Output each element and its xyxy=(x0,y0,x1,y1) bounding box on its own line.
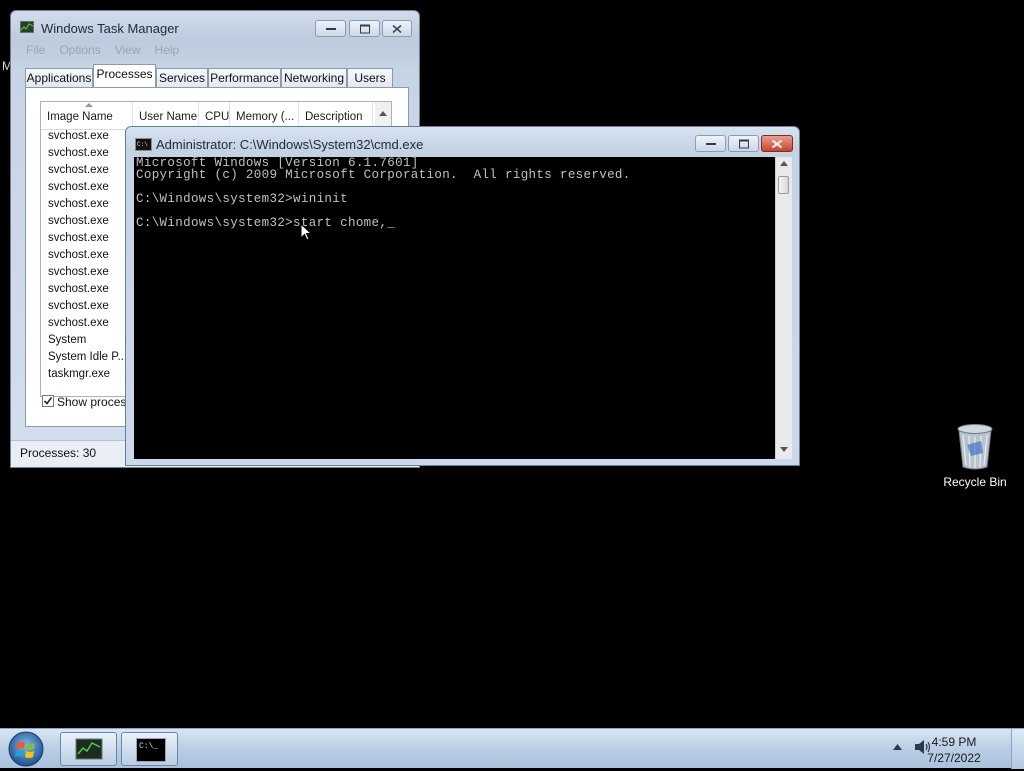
table-row[interactable]: svchost.exe xyxy=(48,283,109,295)
close-button[interactable] xyxy=(761,135,793,152)
table-row[interactable]: svchost.exe xyxy=(48,232,109,244)
menu-options[interactable]: Options xyxy=(59,43,100,57)
table-row[interactable]: System xyxy=(48,334,86,346)
maximize-button[interactable] xyxy=(349,20,380,37)
table-row[interactable]: svchost.exe xyxy=(48,249,109,261)
sort-arrow-icon xyxy=(85,103,93,107)
scroll-up-icon[interactable] xyxy=(379,111,387,116)
console-area[interactable]: Microsoft Windows [Version 6.1.7601] Cop… xyxy=(134,157,775,459)
scroll-down-icon[interactable] xyxy=(780,447,788,452)
table-row[interactable]: svchost.exe xyxy=(48,181,109,193)
mouse-cursor-icon xyxy=(300,223,312,241)
taskbar-cmd-button[interactable]: C:\_ xyxy=(121,732,178,766)
col-cpu[interactable]: CPU xyxy=(199,102,230,129)
table-row[interactable]: System Idle P... xyxy=(48,351,127,363)
table-row[interactable]: svchost.exe xyxy=(48,130,109,142)
minimize-icon xyxy=(705,142,716,145)
table-row[interactable]: svchost.exe xyxy=(48,317,109,329)
col-memory-label: Memory (... xyxy=(236,111,295,123)
col-user-name-label: User Name xyxy=(139,111,198,123)
minimize-button[interactable] xyxy=(315,20,346,37)
console-line-6: C:\Windows\system32>start chome,_ xyxy=(136,216,396,230)
menu-help[interactable]: Help xyxy=(155,43,180,57)
table-row[interactable]: svchost.exe xyxy=(48,164,109,176)
recycle-bin[interactable]: Recycle Bin xyxy=(940,420,1010,495)
minimize-button[interactable] xyxy=(695,135,726,152)
svg-text:C:\_: C:\_ xyxy=(139,742,158,751)
close-icon xyxy=(392,24,402,33)
col-description-label: Description xyxy=(305,111,363,123)
table-row[interactable]: svchost.exe xyxy=(48,147,109,159)
table-row[interactable]: svchost.exe xyxy=(48,266,109,278)
tab-networking[interactable]: Networking xyxy=(281,68,347,87)
menu-bar: File Options View Help xyxy=(26,43,193,57)
col-image-name-label: Image Name xyxy=(47,111,113,123)
show-processes-checkbox[interactable] xyxy=(42,395,54,407)
task-manager-icon xyxy=(75,738,103,760)
taskbar-task-manager-button[interactable] xyxy=(60,732,117,766)
col-description[interactable]: Description xyxy=(299,102,373,129)
cmd-window[interactable]: C:\ Administrator: C:\Windows\System32\c… xyxy=(125,126,800,466)
cmd-icon: C:\ xyxy=(135,138,152,151)
show-hidden-icons-icon[interactable] xyxy=(893,744,902,750)
start-button[interactable] xyxy=(6,730,46,768)
taskbar: C:\_ 4:59 PM 7/27/2022 xyxy=(0,728,1024,769)
tab-services[interactable]: Services xyxy=(156,68,208,87)
console-line-4: C:\Windows\system32>wininit xyxy=(136,192,348,206)
window-title: Windows Task Manager xyxy=(41,21,179,36)
table-row[interactable]: taskmgr.exe xyxy=(48,368,110,380)
clock-date[interactable]: 7/27/2022 xyxy=(924,751,984,765)
checkmark-icon xyxy=(43,397,53,405)
task-manager-icon xyxy=(20,21,34,33)
close-button[interactable] xyxy=(382,20,412,37)
clock-time[interactable]: 4:59 PM xyxy=(924,735,984,749)
table-row[interactable]: svchost.exe xyxy=(48,215,109,227)
minimize-icon xyxy=(325,27,336,30)
tab-applications[interactable]: Applications xyxy=(25,68,93,87)
maximize-button[interactable] xyxy=(728,135,759,152)
table-row[interactable]: svchost.exe xyxy=(48,300,109,312)
menu-file[interactable]: File xyxy=(26,43,45,57)
recycle-bin-icon xyxy=(957,424,993,470)
cmd-icon: C:\_ xyxy=(136,738,166,762)
table-row[interactable]: svchost.exe xyxy=(48,198,109,210)
console-line-2: Copyright (c) 2009 Microsoft Corporation… xyxy=(136,168,631,182)
console-output: Microsoft Windows [Version 6.1.7601] Cop… xyxy=(136,157,631,230)
col-memory[interactable]: Memory (... xyxy=(230,102,299,129)
console-scrollbar[interactable] xyxy=(775,157,792,459)
maximize-icon xyxy=(359,24,370,33)
scroll-thumb[interactable] xyxy=(778,176,789,194)
col-cpu-label: CPU xyxy=(205,111,230,123)
recycle-bin-label: Recycle Bin xyxy=(943,475,1007,489)
svg-text:C:\: C:\ xyxy=(137,141,148,148)
col-user-name[interactable]: User Name xyxy=(133,102,199,129)
window-title: Administrator: C:\Windows\System32\cmd.e… xyxy=(156,137,424,152)
tab-users[interactable]: Users xyxy=(347,68,393,87)
scroll-up-icon[interactable] xyxy=(780,161,788,166)
process-count: Processes: 30 xyxy=(20,446,97,460)
show-desktop-button[interactable] xyxy=(1011,729,1024,769)
tab-processes[interactable]: Processes xyxy=(93,64,156,87)
windows-start-icon xyxy=(8,731,44,767)
tab-performance[interactable]: Performance xyxy=(208,68,281,87)
menu-view[interactable]: View xyxy=(115,43,141,57)
maximize-icon xyxy=(738,139,749,148)
close-icon xyxy=(771,139,783,148)
